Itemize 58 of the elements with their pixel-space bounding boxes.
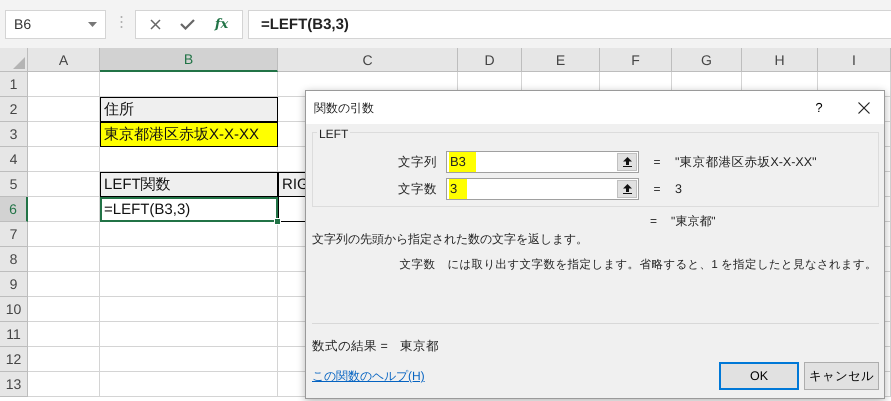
checkmark-icon[interactable] <box>180 18 196 30</box>
up-arrow-icon <box>622 184 632 194</box>
argument-field[interactable]: 3 <box>446 178 639 200</box>
dropdown-caret-icon[interactable] <box>88 22 97 26</box>
close-icon[interactable] <box>858 102 870 114</box>
help-link[interactable]: この関数のヘルプ(H) <box>312 368 714 384</box>
formula-result-label: 数式の結果 = <box>312 338 388 354</box>
collapse-dialog-button[interactable] <box>617 180 637 198</box>
function-result: "東京都" <box>671 213 716 229</box>
row-header[interactable]: 6 <box>0 197 28 222</box>
ok-button[interactable]: OK <box>719 362 799 390</box>
column-header[interactable]: E <box>522 48 600 72</box>
equals-sign: = <box>652 154 662 170</box>
argument-result: "東京都港区赤坂X-X-XX" <box>675 154 818 170</box>
column-header[interactable]: C <box>278 48 458 72</box>
row-header[interactable]: 5 <box>0 172 28 197</box>
equals-sign: = <box>652 181 662 197</box>
row-header[interactable]: 13 <box>0 372 28 397</box>
argument-field[interactable]: B3 <box>446 151 639 173</box>
row-header[interactable]: 7 <box>0 222 28 247</box>
column-header[interactable]: H <box>742 48 818 72</box>
formula-result-value: 東京都 <box>400 338 439 354</box>
argument-result: 3 <box>675 181 683 197</box>
row-header[interactable]: 12 <box>0 347 28 372</box>
table-cell: 住所 <box>100 97 278 122</box>
row-header[interactable]: 10 <box>0 297 28 322</box>
argument-description: には取り出す文字数を指定します。省略すると、1 を指定したと見なされます。 <box>447 257 877 273</box>
cancel-button[interactable]: キャンセル <box>804 362 879 390</box>
cancel-icon[interactable] <box>150 18 161 30</box>
row-header[interactable]: 8 <box>0 247 28 272</box>
table-cell: 東京都港区赤坂X-X-XX <box>100 122 278 147</box>
name-box[interactable]: B6 <box>5 10 106 38</box>
insert-function-button[interactable]: fx <box>214 16 228 32</box>
up-arrow-icon <box>622 157 632 167</box>
column-header[interactable]: B <box>100 48 278 72</box>
column-header[interactable]: F <box>600 48 672 72</box>
equals-sign: = <box>650 213 658 229</box>
row-header[interactable]: 4 <box>0 147 28 172</box>
column-header[interactable]: D <box>458 48 522 72</box>
argument-name: 文字数 <box>399 257 436 273</box>
grip-dots-icon <box>120 14 123 28</box>
column-header[interactable]: G <box>672 48 742 72</box>
row-header[interactable]: 9 <box>0 272 28 297</box>
formula-field[interactable]: =LEFT(B3,3) <box>248 10 891 38</box>
column-header[interactable]: I <box>818 48 891 72</box>
function-description: 文字列の先頭から指定された数の文字を返します。 <box>312 231 589 247</box>
table-cell: LEFT関数 <box>100 172 278 197</box>
dialog-title: 関数の引数 <box>314 100 375 116</box>
argument-label: 文字列 <box>397 154 437 170</box>
column-header[interactable]: A <box>28 48 100 72</box>
collapse-dialog-button[interactable] <box>617 153 637 171</box>
table-cell: =LEFT(B3,3) <box>100 197 278 222</box>
row-header[interactable]: 1 <box>0 72 28 97</box>
help-button[interactable]: ? <box>804 100 834 115</box>
row-header[interactable]: 3 <box>0 122 28 147</box>
row-header[interactable]: 2 <box>0 97 28 122</box>
row-header[interactable]: 11 <box>0 322 28 347</box>
argument-label: 文字数 <box>397 181 437 197</box>
